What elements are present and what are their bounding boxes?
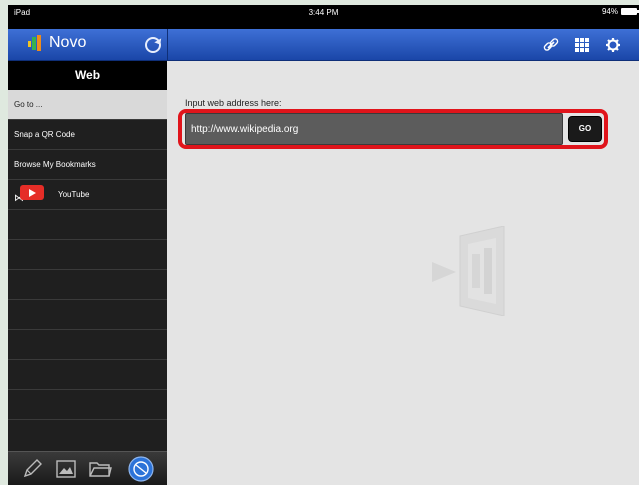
top-nav-bar: Novo — [8, 29, 639, 61]
app-brand: Novo — [28, 34, 86, 52]
sidebar-item-browse-bookmarks[interactable]: Browse My Bookmarks — [8, 150, 167, 180]
image-icon[interactable] — [54, 457, 78, 481]
novo-watermark-icon — [432, 226, 505, 316]
pen-icon[interactable] — [20, 457, 44, 481]
sidebar-item-snap-qr-code[interactable]: Snap a QR Code — [8, 120, 167, 150]
sidebar-item-go-to[interactable]: Go to ... — [8, 90, 167, 120]
grid-icon[interactable] — [572, 35, 592, 55]
sidebar-empty-row — [8, 390, 167, 420]
sidebar-item-label: Go to ... — [14, 100, 43, 109]
sidebar-item-youtube[interactable]: ⧒ YouTube — [8, 180, 167, 210]
sidebar-item-label: YouTube — [58, 190, 90, 199]
youtube-icon: ⧒ — [14, 184, 46, 205]
folder-icon[interactable] — [88, 457, 112, 481]
battery-status: 94% — [601, 7, 639, 16]
sidebar-empty-row — [8, 300, 167, 330]
sidebar-empty-row — [8, 210, 167, 240]
sidebar-empty-row — [8, 360, 167, 390]
highlight-box — [178, 109, 608, 149]
sidebar-empty-row — [8, 270, 167, 300]
app-window: iPad 3:44 PM 94% Novo Web Go to ... Snap… — [8, 5, 639, 485]
sidebar-item-label: Browse My Bookmarks — [14, 160, 96, 169]
app-title: Novo — [49, 34, 87, 51]
sidebar-header: Web — [8, 61, 167, 90]
nav-divider — [167, 29, 168, 61]
address-label: Input web address here: — [185, 98, 282, 108]
sidebar-empty-row — [8, 330, 167, 360]
sidebar-toolbar — [8, 451, 167, 485]
settings-gear-icon[interactable] — [603, 35, 623, 55]
link-icon[interactable] — [541, 35, 561, 55]
sidebar: Web Go to ... Snap a QR Code Browse My B… — [8, 61, 167, 485]
refresh-button[interactable] — [145, 37, 161, 53]
app-logo-icon — [28, 35, 41, 51]
sidebar-item-label: Snap a QR Code — [14, 130, 75, 139]
battery-percent: 94% — [601, 7, 618, 16]
status-bar: iPad 3:44 PM 94% — [8, 5, 639, 29]
web-globe-icon[interactable] — [128, 456, 154, 482]
battery-icon — [621, 8, 639, 15]
main-panel: Input web address here: GO — [168, 62, 639, 485]
status-time: 3:44 PM — [308, 8, 339, 17]
sidebar-empty-row — [8, 240, 167, 270]
